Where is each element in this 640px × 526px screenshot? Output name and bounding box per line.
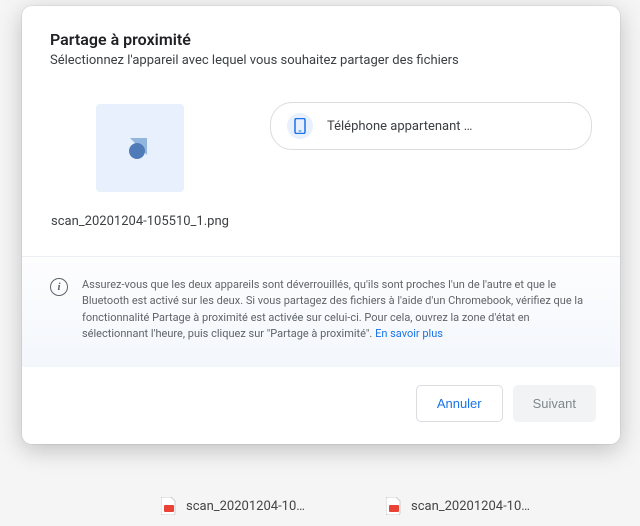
device-list: Téléphone appartenant … bbox=[270, 102, 592, 232]
nearby-share-icon bbox=[123, 131, 157, 165]
file-thumbnail bbox=[96, 104, 184, 192]
dialog-footer: Annuler Suivant bbox=[22, 367, 620, 444]
info-message: Assurez-vous que les deux appareils sont… bbox=[82, 278, 583, 341]
background-file-label: scan_20201204-10… bbox=[411, 499, 530, 514]
next-button[interactable]: Suivant bbox=[513, 385, 596, 422]
info-icon: i bbox=[50, 278, 68, 296]
pdf-file-icon bbox=[160, 496, 178, 516]
dialog-title: Partage à proximité bbox=[50, 30, 592, 49]
cancel-button[interactable]: Annuler bbox=[416, 385, 503, 422]
background-file-item[interactable]: scan_20201204-10… bbox=[160, 496, 305, 516]
background-file-item[interactable]: scan_20201204-10… bbox=[385, 496, 530, 516]
device-label: Téléphone appartenant … bbox=[327, 119, 472, 134]
background-file-row: scan_20201204-10… scan_20201204-10… bbox=[0, 486, 640, 526]
nearby-share-dialog: Partage à proximité Sélectionnez l'appar… bbox=[22, 6, 620, 444]
file-name: scan_20201204-105510_1.png bbox=[51, 212, 229, 232]
learn-more-link[interactable]: En savoir plus bbox=[375, 327, 443, 340]
file-preview: scan_20201204-105510_1.png bbox=[50, 102, 230, 232]
info-text: Assurez-vous que les deux appareils sont… bbox=[82, 277, 592, 343]
pdf-file-icon bbox=[385, 496, 403, 516]
info-section: i Assurez-vous que les deux appareils so… bbox=[22, 256, 620, 367]
device-item[interactable]: Téléphone appartenant … bbox=[270, 102, 592, 150]
dialog-header: Partage à proximité Sélectionnez l'appar… bbox=[22, 6, 620, 86]
background-file-label: scan_20201204-10… bbox=[186, 499, 305, 514]
phone-icon bbox=[287, 113, 313, 139]
dialog-body: scan_20201204-105510_1.png Téléphone app… bbox=[22, 86, 620, 256]
dialog-subtitle: Sélectionnez l'appareil avec lequel vous… bbox=[50, 53, 592, 68]
